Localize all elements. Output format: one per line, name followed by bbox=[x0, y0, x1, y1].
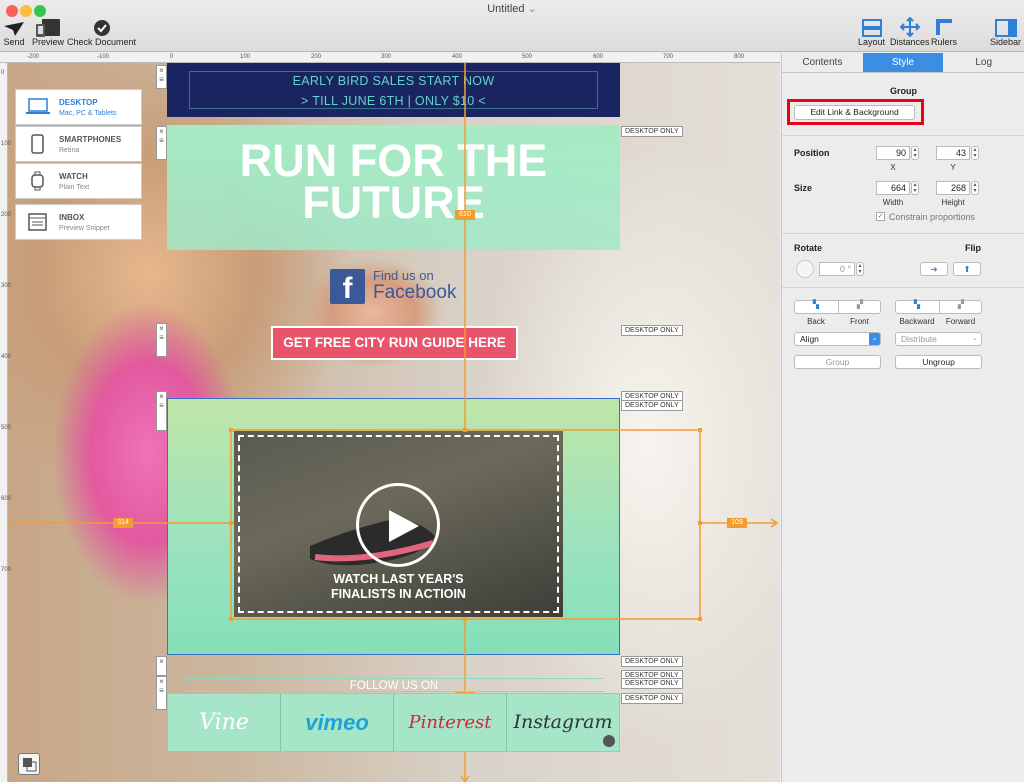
desktop-only-tag[interactable]: DESKTOP ONLY bbox=[621, 325, 683, 336]
bring-front-button[interactable]: ▞ bbox=[838, 300, 881, 314]
block-handle[interactable]: × bbox=[156, 656, 167, 676]
layout-button[interactable]: Layout bbox=[858, 17, 885, 47]
chevron-down-icon: ⌄ bbox=[869, 333, 880, 345]
desktop-only-tag[interactable]: DESKTOP ONLY bbox=[621, 400, 683, 411]
group-button[interactable]: Group bbox=[794, 355, 881, 369]
measure-top-label: 610 bbox=[455, 210, 475, 220]
preview-devices-icon bbox=[32, 17, 64, 37]
constrain-checkbox[interactable]: ✓ bbox=[876, 212, 885, 221]
y-stepper[interactable]: ▴ ▾ bbox=[971, 146, 979, 160]
position-x-field[interactable]: 90 bbox=[876, 146, 910, 160]
measure-left-label: 314 bbox=[113, 518, 133, 528]
layout-icon bbox=[858, 17, 885, 37]
x-stepper[interactable]: ▴ ▾ bbox=[911, 146, 919, 160]
window-title: Untitled ⌄ bbox=[487, 3, 537, 15]
check-document-button[interactable]: Check Document bbox=[67, 17, 136, 47]
rotate-dial[interactable] bbox=[796, 260, 814, 278]
desktop-only-tag[interactable]: DESKTOP ONLY bbox=[621, 126, 683, 137]
tab-style[interactable]: Style bbox=[862, 53, 944, 72]
social-links-row: Vine vimeo Pinterest Instagram bbox=[167, 693, 620, 752]
desktop-only-tag[interactable]: DESKTOP ONLY bbox=[621, 656, 683, 667]
preview-button[interactable]: Preview bbox=[32, 17, 64, 47]
width-field[interactable]: 664 bbox=[876, 181, 910, 195]
edit-link-background-button[interactable]: Edit Link & Background bbox=[794, 105, 915, 120]
desktop-only-tag[interactable]: DESKTOP ONLY bbox=[621, 693, 683, 704]
block-handle[interactable]: × ≡ bbox=[156, 65, 167, 89]
height-field[interactable]: 268 bbox=[936, 181, 970, 195]
window-toolbar: Untitled ⌄ Send Preview Check Document L… bbox=[0, 0, 1024, 52]
bring-front-icon: ▞ bbox=[856, 300, 864, 309]
bring-forward-icon: ▞ bbox=[957, 300, 965, 309]
height-stepper[interactable]: ▴ ▾ bbox=[971, 181, 979, 195]
layers-icon bbox=[23, 758, 37, 772]
position-label: Position bbox=[794, 148, 830, 158]
size-label: Size bbox=[794, 183, 813, 193]
block-handle[interactable]: × ≡ bbox=[156, 323, 167, 357]
align-dropdown[interactable]: Align ⌄ bbox=[794, 332, 881, 346]
layers-toggle-button[interactable] bbox=[18, 753, 40, 775]
rulers-button[interactable]: Rulers bbox=[931, 17, 957, 47]
ungroup-button[interactable]: Ungroup bbox=[895, 355, 982, 369]
width-stepper[interactable]: ▴ ▾ bbox=[911, 181, 919, 195]
distances-arrows-icon bbox=[890, 17, 930, 37]
tab-log[interactable]: Log bbox=[943, 53, 1024, 72]
tab-contents[interactable]: Contents bbox=[782, 53, 863, 72]
send-button[interactable]: Send bbox=[3, 17, 25, 47]
send-backward-icon: ▚ bbox=[913, 300, 921, 309]
instagram-link[interactable]: Instagram bbox=[507, 694, 619, 751]
send-icon bbox=[3, 17, 25, 37]
link-badge-icon bbox=[603, 735, 615, 747]
send-back-button[interactable]: ▚ bbox=[794, 300, 838, 314]
block-handle[interactable]: × ≡ bbox=[156, 126, 167, 160]
pinterest-link[interactable]: Pinterest bbox=[394, 694, 507, 751]
vine-link[interactable]: Vine bbox=[168, 694, 281, 751]
constrain-label: Constrain proportions bbox=[889, 212, 976, 222]
desktop-only-tag[interactable]: DESKTOP ONLY bbox=[621, 678, 683, 689]
position-y-field[interactable]: 43 bbox=[936, 146, 970, 160]
vimeo-link[interactable]: vimeo bbox=[281, 694, 394, 751]
block-handle[interactable]: × ≡ bbox=[156, 391, 167, 431]
arrow-right-icon: ➜ bbox=[930, 264, 938, 274]
inspector-panel: Contents Style Log Group Edit Link & Bac… bbox=[781, 53, 1024, 782]
flip-horizontal-button[interactable]: ➜ bbox=[920, 262, 948, 276]
rotate-stepper[interactable]: ▴ ▾ bbox=[856, 262, 864, 276]
bring-forward-button[interactable]: ▞ bbox=[939, 300, 982, 314]
sidebar-icon bbox=[990, 17, 1021, 37]
follow-us-heading: FOLLOW US ON bbox=[184, 678, 604, 692]
send-back-icon: ▚ bbox=[812, 300, 820, 309]
ruler-icon bbox=[931, 17, 957, 37]
checkmark-icon bbox=[67, 17, 136, 37]
flip-vertical-button[interactable]: ⬆ bbox=[953, 262, 981, 276]
design-canvas[interactable]: -200 -100 0 100 200 300 400 500 600 700 … bbox=[0, 53, 780, 782]
rotate-label: Rotate bbox=[794, 243, 823, 253]
measure-right-label: 109 bbox=[727, 518, 747, 528]
send-backward-button[interactable]: ▚ bbox=[895, 300, 939, 314]
distances-button[interactable]: Distances bbox=[890, 17, 930, 47]
arrow-up-icon: ⬆ bbox=[963, 264, 971, 274]
rotate-field[interactable]: 0 ° bbox=[819, 262, 855, 276]
block-handle[interactable]: × ≡ bbox=[156, 676, 167, 710]
sidebar-button[interactable]: Sidebar bbox=[990, 17, 1021, 47]
group-heading: Group bbox=[890, 86, 917, 96]
distribute-dropdown[interactable]: Distribute ⌄ bbox=[895, 332, 982, 346]
flip-label: Flip bbox=[965, 243, 981, 253]
chevron-down-icon: ⌄ bbox=[972, 335, 978, 342]
